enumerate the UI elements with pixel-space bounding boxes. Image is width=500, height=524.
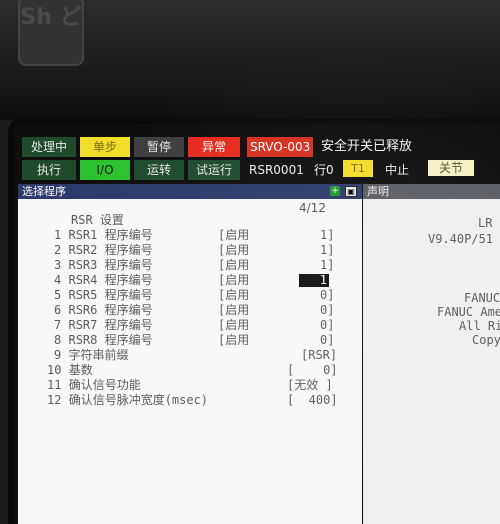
program-line: 行0: [314, 163, 334, 177]
row-status: [启用: [218, 318, 250, 332]
row-label: 确认信号脉冲宽度(msec): [68, 393, 209, 407]
maximize-icon[interactable]: ▣: [345, 186, 357, 197]
setting-row-10[interactable]: 10 基数: [47, 363, 93, 377]
left-panel-header: 选择程序: [18, 184, 362, 199]
row-status: [启用: [218, 303, 250, 317]
program-state: 中止: [385, 163, 410, 177]
row-status: [启用: [218, 228, 250, 242]
row-value[interactable]: 1]: [320, 228, 334, 242]
row-label: 字符串前缀: [68, 348, 129, 362]
setting-row-11[interactable]: 11 确认信号功能: [47, 378, 141, 392]
section-title: RSR 设置: [71, 213, 124, 227]
row-value[interactable]: [ 0]: [287, 363, 338, 377]
setting-row-5[interactable]: 5 RSR5 程序编号: [54, 288, 153, 302]
alarm-message: 安全开关已释放: [321, 139, 413, 154]
row-number: 12: [47, 393, 62, 407]
row-value[interactable]: 1]: [320, 258, 334, 272]
pendant-key[interactable]: Sh ど: [18, 0, 84, 66]
row-status: [启用: [218, 258, 250, 272]
status-processing: 处理中: [22, 137, 76, 157]
status-execute: 执行: [22, 160, 76, 180]
row-value[interactable]: 1]: [320, 243, 334, 257]
row-label: 确认信号功能: [68, 378, 141, 392]
selected-value-cursor[interactable]: 1: [299, 274, 329, 287]
row-label: RSR2 程序编号: [68, 243, 153, 257]
status-single-step: 单步: [80, 137, 130, 157]
row-label: RSR3 程序编号: [68, 258, 153, 272]
row-number: 5: [54, 288, 62, 302]
notice-line: Copy: [472, 333, 500, 347]
notice-line: LR: [478, 216, 493, 230]
row-number: 2: [54, 243, 62, 257]
row-number: 9: [54, 348, 62, 362]
status-pause: 暂停: [134, 137, 184, 157]
status-running: 运转: [134, 160, 184, 180]
left-panel-title: 选择程序: [22, 185, 66, 198]
row-value[interactable]: 0]: [320, 288, 334, 302]
row-status: [启用: [218, 243, 250, 257]
alarm-code: SRVO-003: [247, 137, 314, 157]
setting-row-1[interactable]: 1 RSR1 程序编号: [54, 228, 153, 242]
row-label: RSR4 程序编号: [68, 273, 153, 287]
status-io: I/O: [80, 160, 130, 180]
mode-badge: T1: [343, 160, 373, 177]
row-label: RSR7 程序编号: [68, 318, 153, 332]
row-number: 4: [54, 273, 62, 287]
row-value[interactable]: [无效 ]: [287, 378, 333, 392]
notice-line: All Ri: [459, 319, 500, 333]
page-indicator: 4/12: [299, 201, 326, 215]
row-number: 3: [54, 258, 62, 272]
row-number: 8: [54, 333, 62, 347]
setting-row-6[interactable]: 6 RSR6 程序编号: [54, 303, 153, 317]
setting-row-8[interactable]: 8 RSR8 程序编号: [54, 333, 153, 347]
row-value[interactable]: [RSR]: [301, 348, 337, 362]
row-label: RSR1 程序编号: [68, 228, 153, 242]
row-label: RSR5 程序编号: [68, 288, 153, 302]
setting-row-9[interactable]: 9 字符串前缀: [54, 348, 128, 362]
plus-icon[interactable]: +: [330, 186, 340, 196]
row-value[interactable]: 0]: [320, 303, 334, 317]
status-trial-run: 试运行: [188, 160, 240, 180]
setting-row-7[interactable]: 7 RSR7 程序编号: [54, 318, 153, 332]
row-number: 1: [54, 228, 62, 242]
setting-row-2[interactable]: 2 RSR2 程序编号: [54, 243, 153, 257]
row-status: [启用: [218, 288, 250, 302]
row-status: [启用: [218, 333, 250, 347]
row-label: RSR8 程序编号: [68, 333, 153, 347]
right-panel-header: 声明: [363, 184, 500, 199]
notice-line: FANUC: [464, 291, 500, 305]
coord-system-badge: 关节: [428, 160, 474, 176]
row-label: 基数: [68, 363, 93, 377]
setting-row-4[interactable]: 4 RSR4 程序编号: [54, 273, 153, 287]
setting-row-12[interactable]: 12 确认信号脉冲宽度(msec): [47, 393, 208, 407]
row-label: RSR6 程序编号: [68, 303, 153, 317]
setting-row-3[interactable]: 3 RSR3 程序编号: [54, 258, 153, 272]
row-value[interactable]: 0]: [320, 333, 334, 347]
status-abnormal: 异常: [188, 137, 240, 157]
row-number: 11: [47, 378, 62, 392]
notice-line: V9.40P/51: [428, 232, 494, 246]
right-panel-title: 声明: [367, 185, 389, 198]
program-name: RSR0001: [249, 163, 304, 177]
row-status: [启用: [218, 273, 250, 287]
row-number: 7: [54, 318, 62, 332]
row-value[interactable]: [ 400]: [287, 393, 338, 407]
row-value[interactable]: 0]: [320, 318, 334, 332]
notice-line: FANUC Ame: [437, 305, 500, 319]
row-number: 10: [47, 363, 62, 377]
row-number: 6: [54, 303, 62, 317]
